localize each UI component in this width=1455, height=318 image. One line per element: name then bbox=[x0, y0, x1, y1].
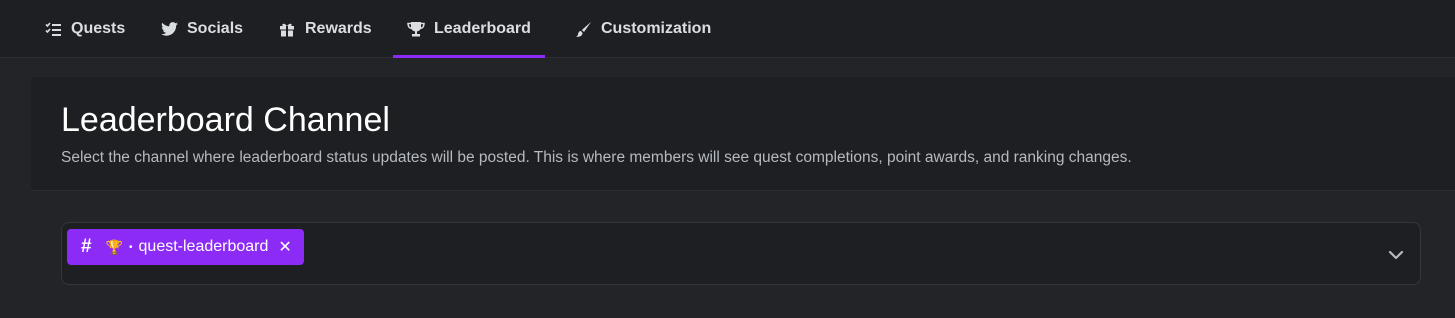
tab-leaderboard[interactable]: Leaderboard bbox=[393, 0, 545, 58]
tab-label: Customization bbox=[601, 20, 712, 37]
tab-label: Rewards bbox=[305, 20, 372, 37]
tab-bar: Quests Socials Rewards Leaderboard Custo… bbox=[0, 0, 1455, 58]
tab-socials[interactable]: Socials bbox=[146, 0, 257, 58]
chevron-down-icon[interactable] bbox=[1386, 245, 1406, 265]
trophy-emoji: 🏆 bbox=[105, 238, 124, 255]
tab-customization[interactable]: Customization bbox=[560, 0, 725, 58]
tab-rewards[interactable]: Rewards bbox=[264, 0, 386, 58]
brush-icon bbox=[574, 20, 592, 38]
checklist-icon bbox=[44, 20, 62, 38]
channel-name: quest-leaderboard bbox=[138, 238, 269, 255]
tab-label: Socials bbox=[187, 20, 244, 37]
tab-label: Leaderboard bbox=[434, 20, 531, 37]
selected-channel-chip: # 🏆 • quest-leaderboard ✕ bbox=[67, 229, 304, 265]
separator-dot: • bbox=[129, 241, 133, 253]
section-description: Select the channel where leaderboard sta… bbox=[61, 149, 1132, 166]
tab-label: Quests bbox=[71, 20, 126, 37]
channel-select[interactable]: # 🏆 • quest-leaderboard ✕ bbox=[61, 222, 1421, 285]
remove-channel-icon[interactable]: ✕ bbox=[278, 237, 291, 257]
section-title: Leaderboard Channel bbox=[61, 101, 390, 139]
trophy-icon bbox=[407, 20, 425, 38]
twitter-icon bbox=[160, 20, 178, 38]
gift-icon bbox=[278, 20, 296, 38]
section-header: Leaderboard Channel Select the channel w… bbox=[31, 77, 1455, 191]
hash-icon: # bbox=[81, 236, 92, 257]
tab-quests[interactable]: Quests bbox=[30, 0, 139, 58]
